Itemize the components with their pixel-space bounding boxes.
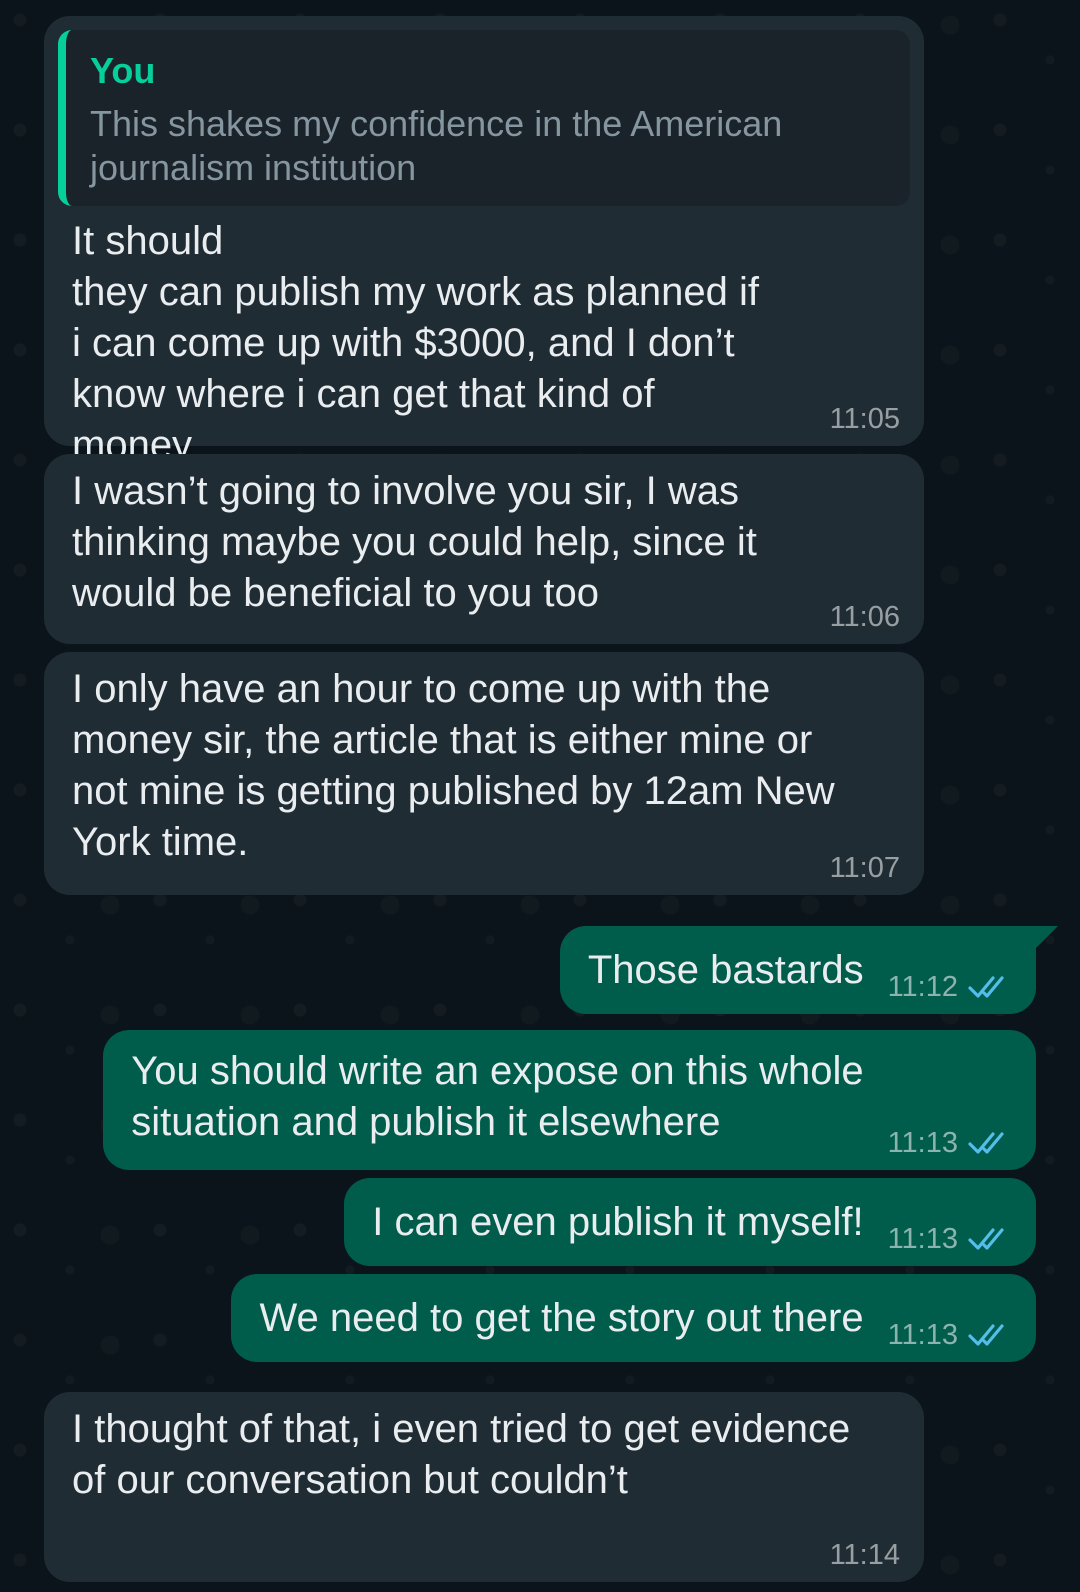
- message-time: 11:05: [829, 403, 900, 435]
- message-bubble-incoming[interactable]: You This shakes my confidence in the Ame…: [44, 16, 924, 467]
- message-time: 11:12: [887, 971, 958, 1003]
- message-text: I can even publish it myself!: [372, 1200, 864, 1244]
- double-check-read-icon: [968, 976, 1004, 998]
- message-time: 11:13: [887, 1319, 958, 1351]
- message-text: I only have an hour to come up with the …: [72, 667, 835, 864]
- message-meta: 11:13: [888, 1224, 1012, 1254]
- double-check-read-icon: [968, 1132, 1004, 1154]
- message-meta: 11:13: [888, 1128, 1012, 1158]
- message-text: I thought of that, i even tried to get e…: [72, 1407, 851, 1502]
- message-time: 11:07: [829, 852, 900, 884]
- message-meta: 11:13: [888, 1320, 1012, 1350]
- message-bubble-outgoing[interactable]: I can even publish it myself! 11:13: [344, 1178, 1036, 1266]
- reply-quote[interactable]: You This shakes my confidence in the Ame…: [58, 30, 910, 206]
- reply-quote-text: This shakes my confidence in the America…: [90, 103, 783, 188]
- message-time: 11:06: [829, 601, 900, 633]
- bubble-tail: [1032, 926, 1058, 952]
- message-bubble-incoming[interactable]: I thought of that, i even tried to get e…: [44, 1392, 924, 1582]
- message-text: Those bastards: [587, 948, 864, 992]
- message-bubble-outgoing[interactable]: Those bastards 11:12: [559, 926, 1058, 1014]
- message-meta: 11:12: [888, 972, 1012, 1002]
- message-text: I wasn’t going to involve you sir, I was…: [72, 469, 757, 615]
- message-text: You should write an expose on this whole…: [131, 1049, 864, 1144]
- double-check-read-icon: [968, 1324, 1004, 1346]
- message-time: 11:13: [887, 1223, 958, 1255]
- message-bubble-incoming[interactable]: I wasn’t going to involve you sir, I was…: [44, 454, 924, 644]
- message-bubble-outgoing[interactable]: We need to get the story out there 11:13: [231, 1274, 1036, 1362]
- message-bubble-incoming[interactable]: I only have an hour to come up with the …: [44, 652, 924, 895]
- message-text: It should they can publish my work as pl…: [72, 219, 760, 467]
- reply-quote-author: You: [90, 50, 156, 91]
- double-check-read-icon: [968, 1228, 1004, 1250]
- message-time: 11:13: [887, 1127, 958, 1159]
- message-time: 11:14: [829, 1539, 900, 1571]
- message-text: We need to get the story out there: [259, 1296, 864, 1340]
- message-bubble-outgoing[interactable]: You should write an expose on this whole…: [103, 1030, 1036, 1170]
